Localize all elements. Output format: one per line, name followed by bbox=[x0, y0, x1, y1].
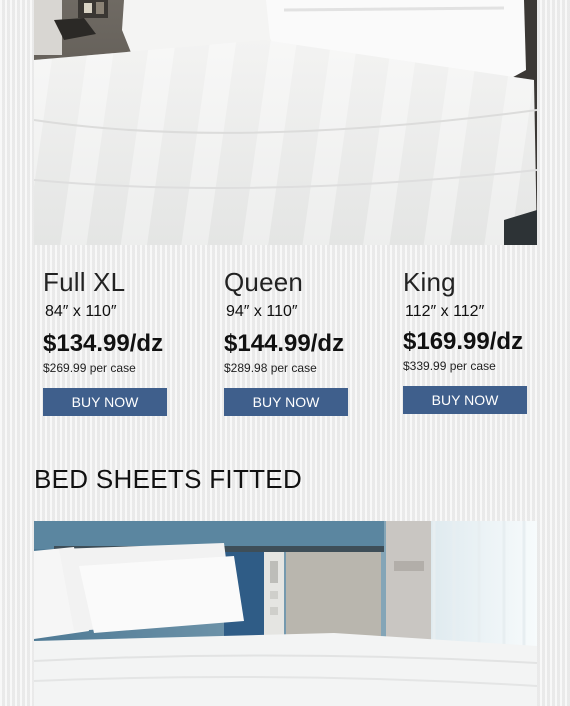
product-case-price: $269.99 per case bbox=[43, 361, 136, 375]
product-price: $134.99/dz bbox=[43, 330, 164, 357]
product-price: $169.99/dz bbox=[403, 328, 524, 355]
product-card-king: King 112″ x 112″ $169.99/dz $339.99 per … bbox=[403, 266, 533, 414]
buy-now-button-queen[interactable]: BUY NOW bbox=[224, 388, 348, 416]
product-price: $144.99/dz bbox=[224, 330, 345, 357]
section-title: BED SHEETS FITTED bbox=[34, 464, 303, 494]
product-name: King bbox=[403, 267, 456, 297]
product-name: Full XL bbox=[43, 267, 126, 297]
bed-photo-top-image bbox=[34, 0, 537, 245]
product-case-price: $289.98 per case bbox=[224, 361, 317, 375]
product-card-queen: Queen 94″ x 110″ $144.99/dz $289.98 per … bbox=[224, 266, 354, 416]
product-size: 112″ x 112″ bbox=[405, 303, 485, 320]
bed-photo-bottom bbox=[34, 521, 537, 706]
product-size: 94″ x 110″ bbox=[226, 303, 298, 320]
bed-photo-bottom-image bbox=[34, 521, 537, 706]
product-case-price: $339.99 per case bbox=[403, 359, 496, 373]
buy-now-button-full-xl[interactable]: BUY NOW bbox=[43, 388, 167, 416]
product-size: 84″ x 110″ bbox=[45, 303, 117, 320]
buy-now-button-king[interactable]: BUY NOW bbox=[403, 386, 527, 414]
product-card-full-xl: Full XL 84″ x 110″ $134.99/dz $269.99 pe… bbox=[43, 266, 173, 416]
product-grid: Full XL 84″ x 110″ $134.99/dz $269.99 pe… bbox=[0, 266, 570, 426]
product-name: Queen bbox=[224, 267, 304, 297]
bed-photo-top bbox=[34, 0, 537, 245]
